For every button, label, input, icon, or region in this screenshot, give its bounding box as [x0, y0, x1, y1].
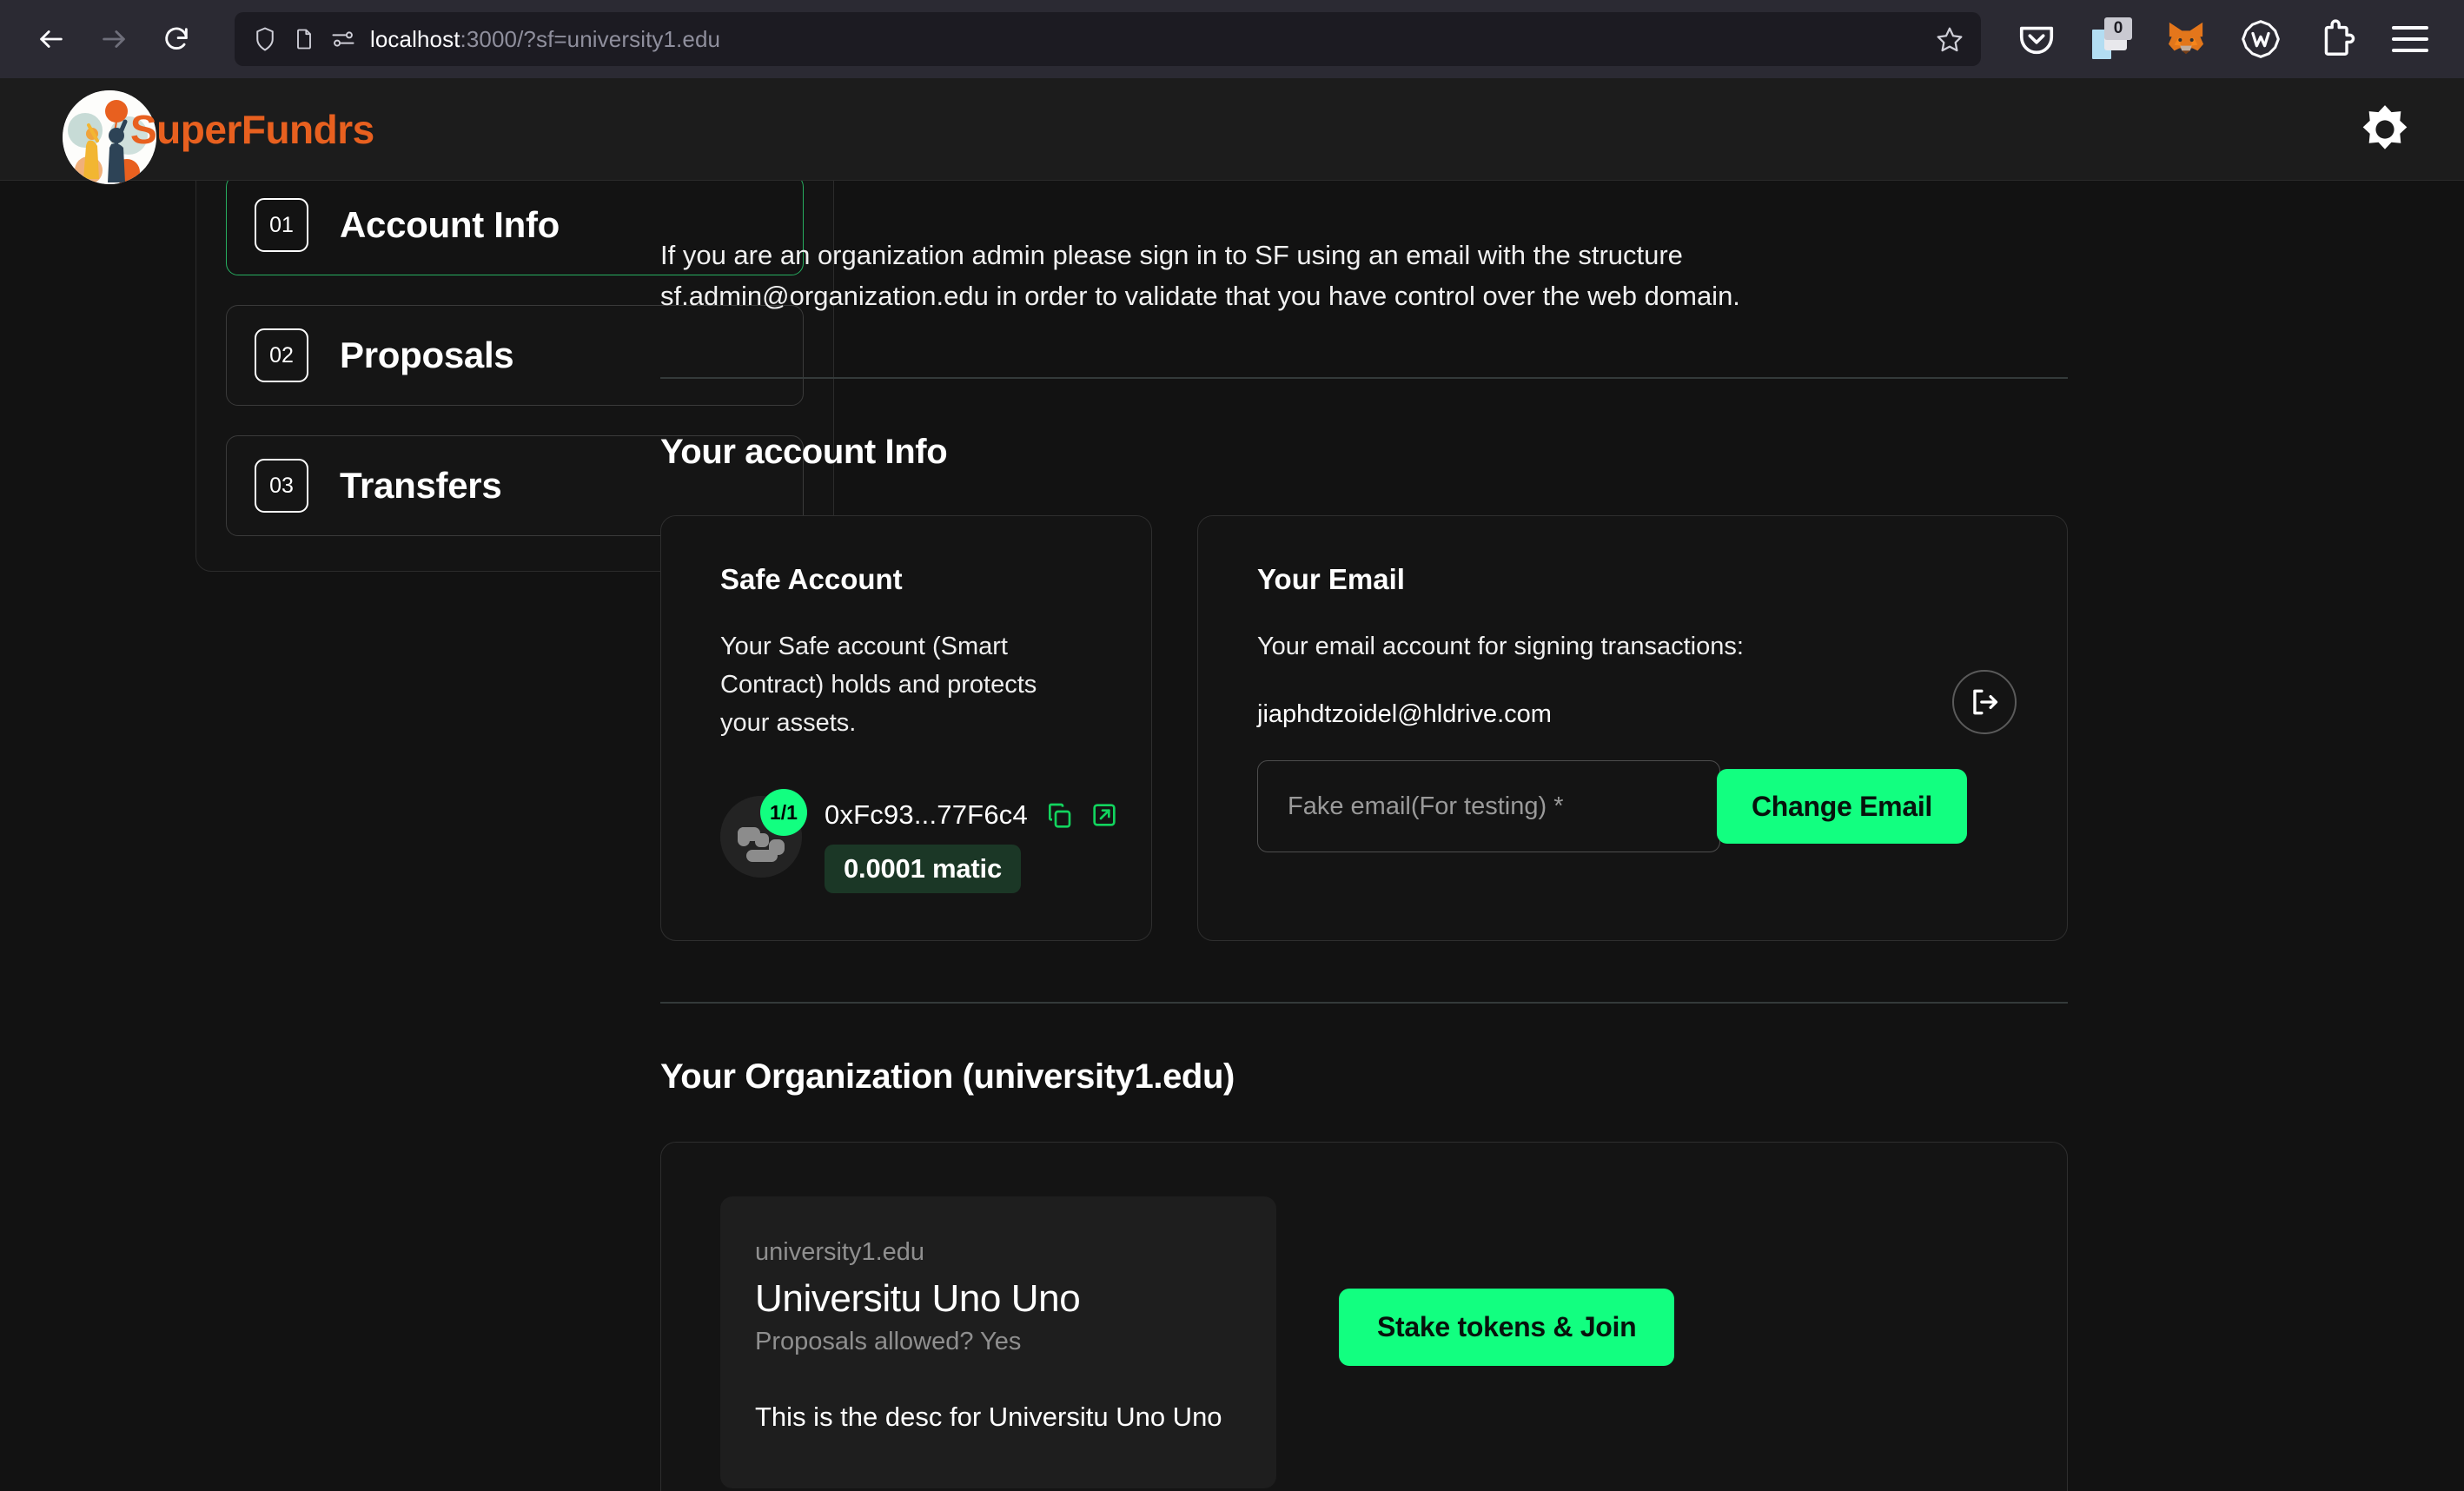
organization-section-title: Your Organization (university1.edu) [660, 1057, 1235, 1097]
back-arrow-icon [40, 30, 63, 48]
browser-nav-buttons [24, 12, 203, 66]
app-menu-button[interactable] [2388, 17, 2433, 62]
section-divider [660, 377, 2068, 380]
fake-email-input[interactable] [1257, 760, 1720, 853]
logout-icon [1973, 689, 1998, 715]
sidebar-item-label: Transfers [340, 465, 502, 506]
extensions-button[interactable] [2313, 17, 2358, 62]
safe-account-title: Safe Account [720, 563, 903, 596]
safe-balance-badge: 0.0001 matic [825, 845, 1022, 894]
app-header: SuperFundrs [0, 78, 2464, 184]
metamask-button[interactable] [2163, 17, 2209, 62]
url-host: localhost [370, 25, 460, 52]
open-explorer-button[interactable] [1090, 801, 1118, 829]
safe-avatar: 1/1 [720, 789, 807, 878]
shield-icon[interactable] [252, 26, 278, 52]
safe-address-line: 0xFc93...77F6c4 [825, 799, 1118, 831]
your-email-card: Your Email Your email account for signin… [1197, 515, 2068, 942]
reload-icon [165, 27, 188, 50]
clipboard-extension-button[interactable]: 0 [2089, 17, 2134, 62]
copy-icon [1048, 804, 1071, 829]
forward-button[interactable] [87, 12, 141, 66]
page-body: 01 Account Info 02 Proposals 03 Transfer… [0, 151, 2464, 1491]
forward-arrow-icon [103, 30, 125, 48]
permissions-icon[interactable] [330, 28, 356, 50]
org-section-divider [660, 1002, 2068, 1004]
organization-card: university1.edu Universitu Uno Uno Propo… [660, 1142, 2068, 1491]
back-button[interactable] [24, 12, 78, 66]
organization-details: university1.edu Universitu Uno Uno Propo… [720, 1196, 1276, 1488]
account-cards-row: Safe Account Your Safe account (Smart Co… [660, 515, 2068, 942]
puzzle-piece-icon [2324, 19, 2355, 56]
change-email-button[interactable]: Change Email [1717, 769, 1968, 845]
safe-account-card: Safe Account Your Safe account (Smart Co… [660, 515, 1152, 942]
sidebar-item-number: 03 [255, 459, 308, 513]
sidebar-item-label: Proposals [340, 335, 514, 375]
url-path: :3000/?sf=university1.edu [460, 25, 721, 52]
organization-domain: university1.edu [755, 1238, 925, 1267]
sidebar-item-number: 02 [255, 328, 308, 382]
brand-name: SuperFundrs [130, 106, 374, 152]
address-bar[interactable]: localhost:3000/?sf=university1.edu [235, 12, 1981, 66]
brightness-icon [2362, 104, 2408, 149]
logout-button[interactable] [1952, 670, 2017, 735]
organization-proposals-allowed: Proposals allowed? Yes [755, 1328, 1022, 1356]
change-email-row: Change Email [1257, 670, 2017, 853]
safe-account-description: Your Safe account (Smart Contract) holds… [720, 633, 1037, 738]
star-icon [1937, 27, 1963, 52]
admin-intro-paragraph: If you are an organization admin please … [660, 240, 1740, 312]
your-email-description: Your email account for signing transacti… [1257, 633, 1744, 661]
browser-toolbar: localhost:3000/?sf=university1.edu 0 [0, 0, 2464, 78]
sidebar-item-label: Account Info [340, 204, 560, 245]
sidebar-item-number: 01 [255, 198, 308, 252]
theme-toggle-button[interactable] [2356, 101, 2414, 158]
main-content: If you are an organization admin please … [660, 181, 2464, 1491]
external-link-icon [1093, 804, 1116, 827]
metamask-fox-icon [2168, 22, 2204, 55]
current-email-value: jiaphdtzoidel@hldrive.com [1257, 700, 1552, 729]
safe-account-identity-row: 1/1 0xFc93...77F6c4 0.0001 matic [720, 789, 1116, 894]
sidebar: 01 Account Info 02 Proposals 03 Transfer… [0, 151, 834, 1491]
clipboard-icon: 0 [2092, 17, 2132, 59]
safe-address-text: 0xFc93...77F6c4 [825, 799, 1028, 831]
organization-name: Universitu Uno Uno [755, 1277, 1081, 1321]
hamburger-menu-icon [2392, 26, 2428, 52]
bookmark-button[interactable] [1936, 25, 1964, 53]
wappalyzer-button[interactable] [2238, 17, 2283, 62]
pocket-icon [2019, 26, 2054, 55]
account-info-section-title: Your account Info [660, 433, 948, 472]
organization-description: This is the desc for Universitu Uno Uno [755, 1402, 1222, 1433]
url-text[interactable]: localhost:3000/?sf=university1.edu [370, 26, 1922, 53]
clipboard-badge-count: 0 [2104, 17, 2132, 40]
wappalyzer-icon [2242, 20, 2280, 58]
safe-address-block: 0xFc93...77F6c4 0.0001 matic [825, 796, 1118, 894]
brand-logo-link[interactable]: SuperFundrs [63, 78, 374, 184]
pocket-button[interactable] [2014, 17, 2059, 62]
reload-button[interactable] [149, 12, 203, 66]
browser-extension-icons: 0 [2014, 17, 2445, 62]
app-viewport: SuperFundrs 01 Account Info 02 Proposals [0, 78, 2464, 1491]
stake-tokens-join-button[interactable]: Stake tokens & Join [1339, 1289, 1675, 1367]
page-icon [292, 27, 316, 51]
copy-address-button[interactable] [1045, 801, 1073, 829]
your-email-title: Your Email [1257, 563, 1405, 596]
